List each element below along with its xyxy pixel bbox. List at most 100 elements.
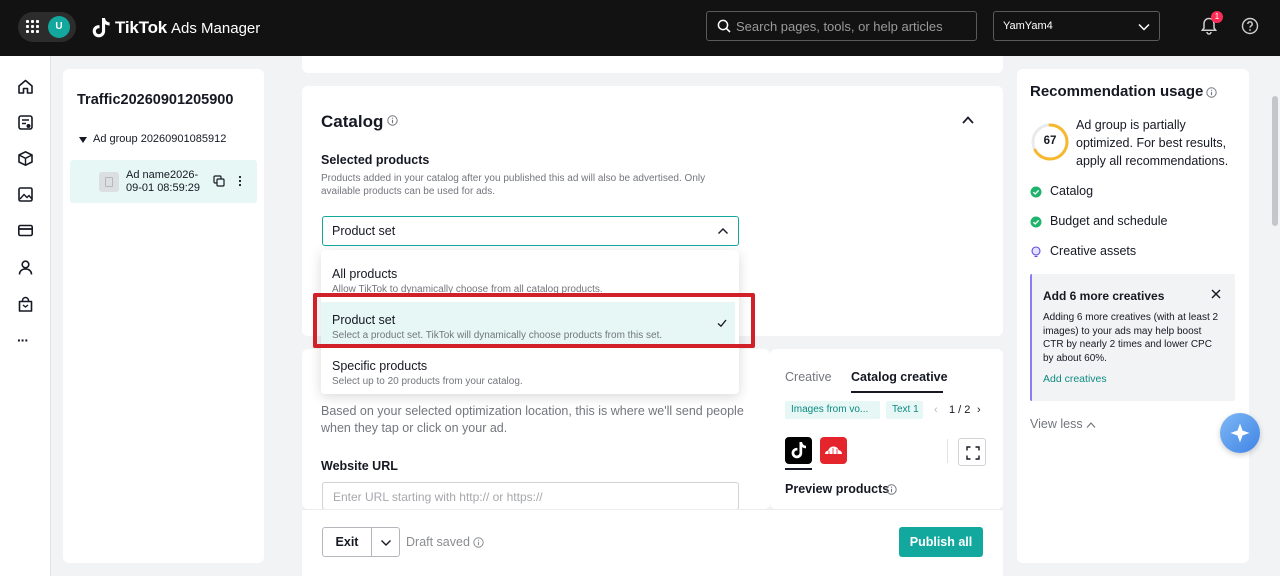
account-selector[interactable]: YamYam4 [993,11,1160,41]
divider [947,439,948,463]
option-desc: Select a product set. TikTok will dynami… [332,330,663,341]
chevron-left-icon[interactable]: ‹ [934,404,938,416]
info-icon[interactable] [387,115,398,126]
top-bar: U TikTok Ads Manager Search pages, tools… [0,0,1280,56]
chevron-up-icon[interactable] [961,113,975,127]
search-placeholder: Search pages, tools, or help articles [736,19,943,34]
option-label: All products [332,267,398,281]
tip-text: Adding 6 more creatives (with at least 2… [1043,312,1219,364]
catalog-title: Catalog [321,112,384,131]
option-specific-products[interactable]: Specific products Select up to 20 produc… [321,348,739,392]
cloud-placement-icon[interactable] [820,437,847,464]
more-vertical-icon[interactable] [238,175,242,187]
ad-group-name[interactable]: Ad group 20260901085912 [93,133,226,145]
ad-item-selected[interactable]: Ad name2026- 09-01 08:59:29 [70,160,257,203]
rec-item-label: Budget and schedule [1050,214,1168,228]
exit-button[interactable]: Exit [322,527,372,557]
fullscreen-icon [966,446,980,460]
chip-images[interactable]: Images from vo... [785,401,880,419]
recommendation-title: Recommendation usage [1030,83,1204,100]
home-icon[interactable] [17,78,34,95]
info-icon[interactable] [473,537,484,548]
rec-item-label: Creative assets [1050,244,1137,258]
publish-all-button[interactable]: Publish all [899,527,983,557]
help-icon[interactable] [1241,17,1259,35]
more-dots-icon[interactable]: ··· [17,332,34,349]
campaign-name[interactable]: Traffic20260901205900 [77,92,233,108]
recommendation-panel: Recommendation usage 67 Ad group is part… [1017,69,1249,563]
option-product-set[interactable]: Product set Select a product set. TikTok… [321,302,735,346]
website-url-label: Website URL [321,459,398,473]
duplicate-icon[interactable] [213,175,225,187]
campaign-icon[interactable] [17,114,34,131]
tab-creative[interactable]: Creative [785,370,832,384]
notification-badge: 1 [1211,11,1223,23]
ad-name-line1: Ad name2026- [126,169,199,181]
assistant-button[interactable] [1220,413,1260,453]
selected-products-desc: Products added in your catalog after you… [321,173,706,197]
option-desc: Select up to 20 products from your catal… [332,376,523,387]
campaign-tree-panel: Traffic20260901205900 Ad group 202609010… [63,69,264,563]
close-icon[interactable] [1210,288,1222,300]
previous-section-card [302,56,1003,73]
recommendation-desc: Ad group is partially optimized. For bes… [1076,118,1229,168]
avatar[interactable]: U [48,16,70,38]
apps-switcher[interactable]: U [18,12,76,42]
view-less-link[interactable]: View less [1030,417,1083,431]
website-url-placeholder: Enter URL starting with http:// or https… [333,490,543,504]
product-source-select[interactable]: Product set [322,216,739,246]
check-circle-icon [1030,216,1042,228]
catalog-box-icon[interactable] [17,150,34,167]
brand-name: TikTok [115,18,168,37]
option-label: Product set [332,313,396,327]
ad-thumbnail [99,172,119,192]
brand-product: Ads Manager [171,19,261,37]
tiktok-placement-icon[interactable] [785,437,812,464]
add-creatives-link[interactable]: Add creatives [1043,373,1107,385]
user-icon[interactable] [17,259,34,276]
option-all-products[interactable]: All products Allow TikTok to dynamically… [321,256,739,300]
page-scrollbar[interactable] [1272,96,1278,226]
chevron-up-icon[interactable] [1086,421,1096,429]
selected-products-label: Selected products [321,153,430,167]
website-url-input[interactable]: Enter URL starting with http:// or https… [322,482,739,510]
info-icon[interactable] [886,484,897,495]
rec-item-label: Catalog [1050,184,1094,198]
creative-image-icon[interactable] [17,186,34,203]
check-icon [717,319,727,328]
bottom-action-bar: Exit Draft saved Publish all [302,509,1003,576]
ad-name-line2: 09-01 08:59:29 [126,182,201,194]
option-label: Specific products [332,359,428,373]
caret-down-icon[interactable] [79,137,87,143]
chevron-right-icon[interactable]: › [977,404,981,416]
chevron-down-icon [381,540,391,546]
product-source-dropdown: All products Allow TikTok to dynamically… [321,250,739,394]
shop-bag-icon[interactable] [17,296,34,313]
chip-text[interactable]: Text 1 [886,401,923,419]
select-value: Product set [332,224,396,238]
chevron-down-icon [1138,23,1150,31]
search-icon [717,19,731,33]
preview-products-label: Preview products [785,482,890,496]
tiktok-logo-icon [92,18,110,38]
score-value: 67 [1043,135,1057,147]
pagination: 1 / 2 [949,404,971,416]
search-input[interactable]: Search pages, tools, or help articles [706,11,977,41]
account-name: YamYam4 [1003,20,1053,32]
document-icon [105,177,113,187]
check-circle-icon [1030,186,1042,198]
fullscreen-button[interactable] [958,438,986,466]
brand-logo[interactable]: TikTok Ads Manager [91,15,260,41]
info-icon[interactable] [1206,87,1217,98]
option-desc: Allow TikTok to dynamically choose from … [332,284,603,295]
apps-grid-icon [26,20,40,34]
chevron-up-icon [718,228,728,234]
active-tab-indicator [851,391,943,393]
tab-catalog-creative[interactable]: Catalog creative [851,370,948,384]
draft-status: Draft saved [406,535,470,549]
sparkle-icon [1230,423,1250,443]
exit-dropdown-button[interactable] [371,527,400,557]
recommendation-tip: Add 6 more creatives Adding 6 more creat… [1030,274,1235,401]
payment-card-icon[interactable] [17,222,34,239]
tip-title: Add 6 more creatives [1043,289,1165,303]
